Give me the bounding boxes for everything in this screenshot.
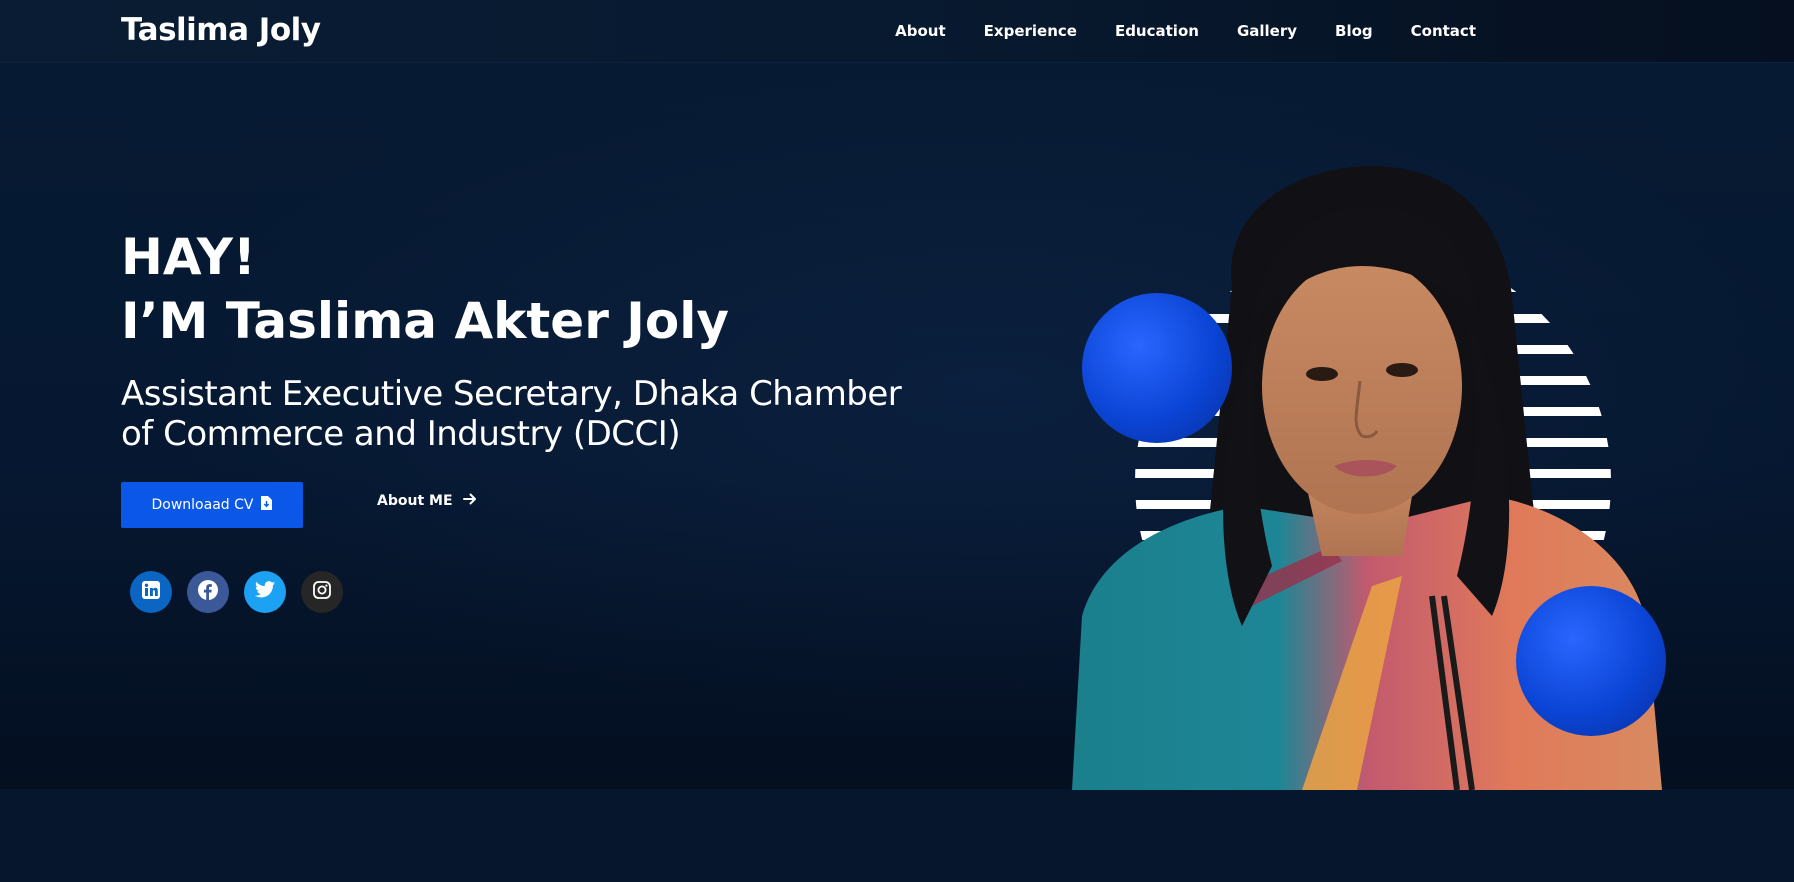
- nav-blog[interactable]: Blog: [1335, 22, 1373, 40]
- facebook-button[interactable]: [187, 571, 229, 613]
- file-download-icon: [261, 496, 273, 514]
- about-me-link[interactable]: About ME: [377, 490, 477, 512]
- nav-experience[interactable]: Experience: [984, 22, 1077, 40]
- hero-greeting: HAY!: [121, 228, 256, 286]
- hero-heading: HAY! I’M Taslima Akter Joly: [121, 225, 729, 353]
- linkedin-icon: [142, 580, 160, 604]
- nav-about[interactable]: About: [895, 22, 946, 40]
- instagram-icon: [313, 580, 331, 604]
- linkedin-button[interactable]: [130, 571, 172, 613]
- download-cv-button[interactable]: Downloaad CV: [121, 482, 303, 528]
- decor-ball-right: [1516, 586, 1666, 736]
- social-links: [130, 571, 343, 613]
- about-me-label: About ME: [377, 493, 453, 509]
- nav-education[interactable]: Education: [1115, 22, 1199, 40]
- twitter-icon: [255, 581, 275, 603]
- site-brand[interactable]: Taslima Joly: [121, 12, 321, 48]
- top-navbar: Taslima Joly About Experience Education …: [0, 0, 1794, 63]
- next-section: [0, 789, 1794, 882]
- nav-contact[interactable]: Contact: [1411, 22, 1476, 40]
- decor-ball-left: [1082, 293, 1232, 443]
- download-cv-label: Downloaad CV: [151, 497, 254, 513]
- nav-gallery[interactable]: Gallery: [1237, 22, 1297, 40]
- hero-name: I’M Taslima Akter Joly: [121, 292, 729, 350]
- nav-menu: About Experience Education Gallery Blog …: [895, 22, 1476, 40]
- facebook-icon: [198, 579, 218, 605]
- instagram-button[interactable]: [301, 571, 343, 613]
- arrow-right-icon: [462, 493, 477, 509]
- hero-subtitle: Assistant Executive Secretary, Dhaka Cha…: [121, 374, 902, 454]
- twitter-button[interactable]: [244, 571, 286, 613]
